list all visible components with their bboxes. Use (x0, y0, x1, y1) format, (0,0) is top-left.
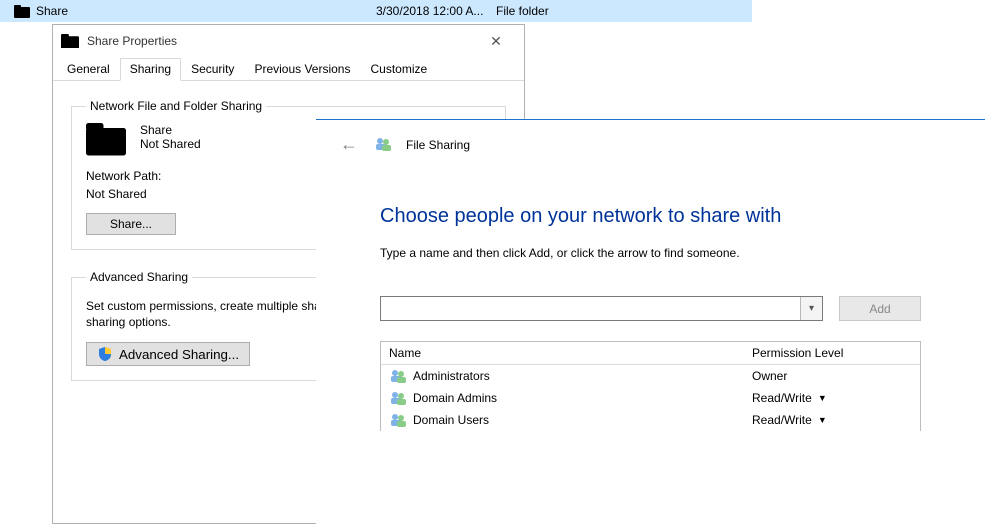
permission-level[interactable]: Read/Write▼ (752, 391, 912, 405)
advanced-sharing-button-label: Advanced Sharing... (119, 347, 239, 362)
tab-general[interactable]: General (57, 58, 120, 80)
name-combobox[interactable]: ▾ (380, 296, 823, 321)
column-header-name[interactable]: Name (389, 346, 752, 360)
principal-name: Domain Admins (413, 391, 497, 405)
file-sharing-header-title: File Sharing (406, 138, 470, 152)
table-row[interactable]: Domain Users Read/Write▼ (381, 409, 920, 431)
share-table: Name Permission Level Administrators Owne… (380, 341, 921, 431)
tab-previous-versions[interactable]: Previous Versions (244, 58, 360, 80)
name-input[interactable] (381, 297, 800, 320)
chevron-down-icon[interactable]: ▾ (800, 297, 822, 320)
tab-sharing[interactable]: Sharing (120, 58, 181, 81)
folder-icon (86, 123, 126, 157)
principal-name: Domain Users (413, 413, 489, 427)
permission-level[interactable]: Read/Write▼ (752, 413, 912, 427)
uac-shield-icon (97, 346, 113, 362)
table-row[interactable]: Administrators Owner (381, 365, 920, 387)
share-button[interactable]: Share... (86, 213, 176, 235)
file-sharing-window: ← File Sharing Choose people on your net… (316, 119, 985, 526)
window-title: Share Properties (87, 34, 476, 48)
titlebar[interactable]: Share Properties ✕ (53, 25, 524, 57)
principal-name: Administrators (413, 369, 490, 383)
folder-icon (61, 34, 79, 49)
tabstrip: General Sharing Security Previous Versio… (53, 57, 524, 81)
group-icon (389, 412, 407, 428)
close-icon[interactable]: ✕ (476, 33, 516, 50)
tab-customize[interactable]: Customize (360, 58, 437, 80)
chevron-down-icon[interactable]: ▼ (818, 393, 827, 403)
column-header-permission[interactable]: Permission Level (752, 346, 912, 360)
add-button[interactable]: Add (839, 296, 921, 321)
tab-security[interactable]: Security (181, 58, 244, 80)
table-row[interactable]: Domain Admins Read/Write▼ (381, 387, 920, 409)
permission-level: Owner (752, 369, 912, 383)
back-arrow-icon[interactable]: ← (338, 134, 360, 155)
item-name: Share (140, 123, 201, 137)
group-network-sharing-title: Network File and Folder Sharing (86, 99, 266, 113)
group-icon (389, 368, 407, 384)
file-name: Share (36, 4, 376, 18)
file-type: File folder (496, 4, 549, 18)
file-sharing-instruction: Type a name and then click Add, or click… (380, 246, 921, 260)
item-status: Not Shared (140, 137, 201, 151)
group-icon (374, 136, 392, 154)
group-icon (389, 390, 407, 406)
advanced-sharing-button[interactable]: Advanced Sharing... (86, 342, 250, 366)
folder-icon (14, 5, 30, 18)
group-advanced-sharing-title: Advanced Sharing (86, 270, 192, 284)
file-sharing-headline: Choose people on your network to share w… (380, 205, 921, 228)
chevron-down-icon[interactable]: ▼ (818, 415, 827, 425)
explorer-selected-row[interactable]: Share 3/30/2018 12:00 A... File folder (0, 0, 752, 22)
file-date: 3/30/2018 12:00 A... (376, 4, 496, 18)
